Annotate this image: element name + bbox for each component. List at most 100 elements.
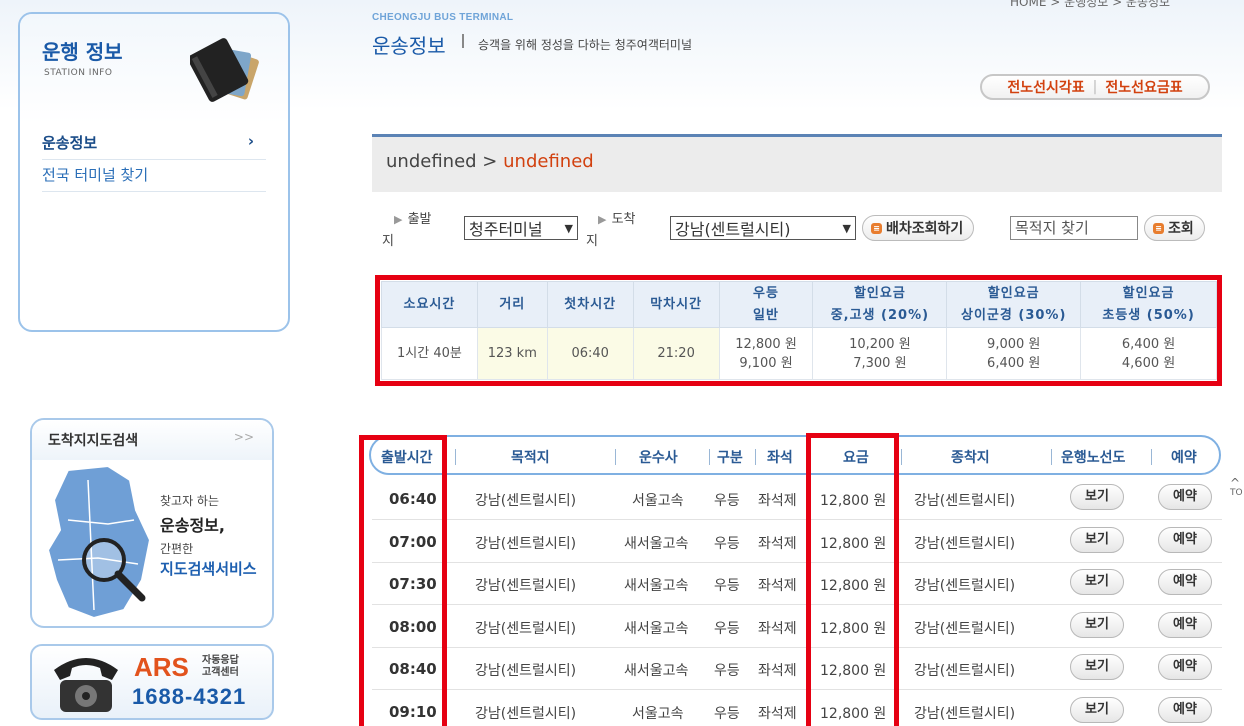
schedule-row: 07:00 강남(센트럴시티) 새서울고속 우등 좌석제 12,800 원 강남…: [372, 520, 1222, 563]
bus-class: 우등: [714, 663, 740, 679]
depart-label-text: 출발: [407, 212, 432, 227]
reserve-button[interactable]: 예약: [1158, 569, 1212, 595]
terminal-label: CHEONGJU BUS TERMINAL: [372, 12, 514, 23]
ars-subtitle-line: 자동응답: [202, 655, 239, 666]
schedule-search-button[interactable]: ≡ 배차조회하기: [862, 215, 975, 241]
fare-table-link[interactable]: 전노선요금표: [1105, 77, 1182, 97]
col-divider: [1151, 449, 1152, 465]
ars-phone-number: 1688-4321: [132, 684, 247, 709]
bus-class: 우등: [714, 578, 740, 594]
map-banner-highlight: 지도검색서비스: [160, 560, 257, 578]
fare-highlight-box: [375, 275, 1222, 386]
map-search-banner[interactable]: 도착지지도검색 >> 찾고자 하는 운송정보, 간편한 지도검색서비스: [30, 418, 274, 628]
company: 서울고속: [632, 493, 684, 509]
company: 새서울고속: [624, 663, 689, 679]
depart-select[interactable]: 청주터미널 ▼: [464, 216, 578, 240]
company: 서울고속: [632, 706, 684, 722]
ars-banner[interactable]: ARS 자동응답 고객센터 1688-4321: [30, 644, 274, 720]
schedule-row: 08:40 강남(센트럴시티) 새서울고속 우등 좌석제 12,800 원 강남…: [372, 647, 1222, 690]
reserve-button[interactable]: 예약: [1158, 654, 1212, 680]
schedule-row: 09:10 강남(센트럴시티) 서울고속 우등 좌석제 12,800 원 강남(…: [372, 690, 1222, 726]
col-class: 구분: [717, 450, 743, 466]
terminus: 강남(센트럴시티): [914, 706, 1016, 722]
page-description: 승객을 위해 정성을 다하는 청주여객터미널: [478, 38, 692, 52]
page-title: 운송정보: [372, 34, 446, 58]
breadcrumb-separator: >: [482, 151, 498, 172]
reserve-button[interactable]: 예약: [1158, 527, 1212, 553]
destination: 강남(센트럴시티): [475, 578, 577, 594]
seat-type: 좌석제: [758, 706, 797, 722]
schedule-search-label: 배차조회하기: [886, 221, 964, 237]
terminus: 강남(센트럴시티): [914, 663, 1016, 679]
view-route-button[interactable]: 보기: [1070, 569, 1124, 595]
view-route-button[interactable]: 보기: [1070, 612, 1124, 638]
korea-map-icon: [46, 464, 152, 620]
col-company: 운수사: [639, 450, 678, 466]
sidebar: 운행 정보 STATION INFO 운송정보 › 전국 터미널 찾기: [18, 12, 290, 332]
view-route-button[interactable]: 보기: [1070, 484, 1124, 510]
company: 새서울고속: [624, 578, 689, 594]
reserve-button[interactable]: 예약: [1158, 612, 1212, 638]
triangle-right-icon: ▶: [394, 213, 403, 226]
col-divider: [615, 449, 616, 465]
col-seat: 좌석: [767, 450, 793, 466]
schedule-row: 07:30 강남(센트럴시티) 새서울고속 우등 좌석제 12,800 원 강남…: [372, 562, 1222, 605]
col-divider: [901, 449, 902, 465]
route-links: 전노선시각표 | 전노선요금표: [980, 74, 1210, 100]
view-route-button[interactable]: 보기: [1070, 527, 1124, 553]
reserve-button[interactable]: 예약: [1158, 697, 1212, 723]
col-route-map: 운행노선도: [1061, 450, 1126, 466]
sidebar-item-terminal-search[interactable]: 전국 터미널 찾기: [42, 164, 266, 192]
arrive-label-text: 도착: [611, 212, 636, 227]
map-banner-text: 간편한: [160, 542, 194, 556]
arrive-select[interactable]: 강남(센트럴시티) ▼: [670, 216, 856, 240]
terminus: 강남(센트럴시티): [914, 621, 1016, 637]
chevron-down-icon: ▼: [842, 221, 851, 235]
sidebar-subtitle: STATION INFO: [44, 68, 113, 78]
bus-class: 우등: [714, 706, 740, 722]
reserve-button[interactable]: 예약: [1158, 484, 1212, 510]
to-top-link[interactable]: ^ TO: [1230, 476, 1243, 498]
link-divider: |: [1092, 79, 1098, 95]
double-chevron-icon: >>: [233, 430, 254, 444]
depart-label-suffix: 지: [382, 234, 394, 249]
destination-search-label: 조회: [1168, 221, 1194, 237]
timetable-link[interactable]: 전노선시각표: [1007, 77, 1084, 97]
company: 새서울고속: [624, 536, 689, 552]
seat-type: 좌석제: [758, 536, 797, 552]
destination: 강남(센트럴시티): [475, 621, 577, 637]
sidebar-item-transport-info[interactable]: 운송정보 ›: [42, 132, 266, 160]
section-bar: undefined > undefined: [372, 134, 1222, 192]
top-breadcrumb: HOME > 운행정보 > 운송정보: [1010, 0, 1171, 9]
destination: 강남(센트럴시티): [475, 536, 577, 552]
caret-up-icon: ^: [1230, 476, 1241, 490]
sidebar-item-label: 전국 터미널 찾기: [42, 166, 149, 184]
destination: 강남(센트럴시티): [475, 663, 577, 679]
destination: 강남(센트럴시티): [475, 493, 577, 509]
telephone-icon: [54, 658, 118, 712]
arrive-label: ▶ 도착: [598, 208, 635, 227]
sidebar-title: 운행 정보: [42, 40, 123, 64]
destination-search-input[interactable]: 목적지 찾기: [1010, 216, 1138, 240]
chevron-right-icon: ›: [247, 132, 254, 150]
company: 새서울고속: [624, 621, 689, 637]
view-route-button[interactable]: 보기: [1070, 697, 1124, 723]
terminus: 강남(센트럴시티): [914, 578, 1016, 594]
col-divider: [1051, 449, 1052, 465]
destination-search-button[interactable]: ≡ 조회: [1144, 215, 1205, 241]
bus-class: 우등: [714, 493, 740, 509]
bus-class: 우등: [714, 536, 740, 552]
breadcrumb-current: undefined: [503, 151, 594, 172]
triangle-right-icon: ▶: [598, 213, 607, 226]
chevron-down-icon: ▼: [564, 221, 573, 235]
seat-type: 좌석제: [758, 493, 797, 509]
col-destination: 목적지: [511, 450, 550, 466]
breadcrumb-root: undefined: [386, 151, 477, 172]
depart-select-value: 청주터미널: [469, 220, 543, 239]
schedule-row: 08:00 강남(센트럴시티) 새서울고속 우등 좌석제 12,800 원 강남…: [372, 605, 1222, 648]
terminus: 강남(센트럴시티): [914, 536, 1016, 552]
map-banner-text: 운송정보,: [160, 516, 225, 535]
col-divider: [755, 449, 756, 465]
seat-type: 좌석제: [758, 578, 797, 594]
view-route-button[interactable]: 보기: [1070, 654, 1124, 680]
